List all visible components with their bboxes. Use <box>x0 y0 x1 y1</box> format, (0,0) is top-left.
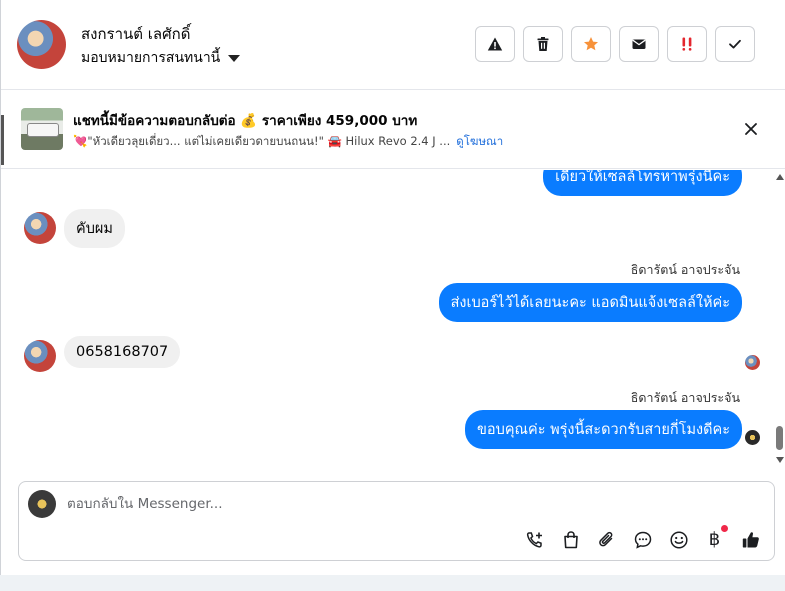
double-exclamation-icon <box>682 37 692 51</box>
scroll-up-arrow-icon[interactable] <box>776 174 784 180</box>
baht-icon: ฿ <box>708 529 721 550</box>
message-bubble-outgoing[interactable]: ขอบคุณค่ะ พรุ่งนี้สะดวกรับสายกี่โมงดีคะ <box>465 410 742 449</box>
ad-subtitle-text: 💘"หัวเดียวลุยเดี่ยว... แต่ไม่เคยเดียวดาย… <box>73 134 451 148</box>
contact-avatar[interactable] <box>17 20 66 69</box>
mark-unread-button[interactable] <box>619 26 659 62</box>
message-bubble-incoming[interactable]: 0658168707 <box>64 336 181 368</box>
contact-name[interactable]: สงกรานต์ เลศักดิ์ <box>81 22 190 46</box>
close-icon <box>745 123 757 135</box>
envelope-icon <box>632 39 646 49</box>
ad-context-banner: แชทนี้มีข้อความตอบกลับต่อ 💰 ราคาเพียง 45… <box>1 91 785 169</box>
paperclip-icon <box>598 531 612 546</box>
conversation-panel: สงกรานต์ เลศักดิ์ มอบหมายการสนทนานี้ แชท… <box>0 0 785 575</box>
close-banner-button[interactable] <box>741 119 761 139</box>
page-avatar <box>28 490 56 518</box>
contact-avatar-small[interactable] <box>24 340 56 372</box>
view-ad-link[interactable]: ดูโฆษณา <box>456 134 503 148</box>
warning-icon <box>487 37 503 51</box>
ad-subtitle: 💘"หัวเดียวลุยเดี่ยว... แต่ไม่เคยเดียวดาย… <box>73 133 503 151</box>
assign-label: มอบหมายการสนทนานี้ <box>81 50 221 66</box>
message-bubble-outgoing[interactable]: ส่งเบอร์ไว้ได้เลยนะคะ แอดมินแจ้งเซลล์ให้… <box>438 283 742 322</box>
message-bubble-incoming[interactable]: คับผม <box>64 209 125 248</box>
scroll-down-arrow-icon[interactable] <box>776 457 784 463</box>
caret-down-icon <box>228 55 241 62</box>
contact-avatar-small[interactable] <box>24 212 56 244</box>
message-sender-name: ธิดารัตน์ อาจประจัน <box>630 262 740 277</box>
star-icon <box>584 37 598 51</box>
message-list[interactable]: เดี๋ยวให้เซลล์โทรหาพรุ่งนี้คะ คับผม ธิดา… <box>1 170 785 468</box>
message-composer: ฿ <box>18 481 775 561</box>
emoji-icon <box>669 530 688 549</box>
message-scrollbar[interactable] <box>773 170 785 468</box>
ad-title: แชทนี้มีข้อความตอบกลับต่อ 💰 ราคาเพียง 45… <box>73 113 418 129</box>
ad-thumbnail[interactable] <box>21 108 63 150</box>
trash-icon <box>537 37 549 51</box>
add-call-button[interactable] <box>523 528 546 551</box>
follow-up-button[interactable] <box>667 26 707 62</box>
add-call-icon <box>526 531 542 548</box>
saved-replies-button[interactable] <box>631 528 654 551</box>
conversation-header: สงกรานต์ เลศักดิ์ มอบหมายการสนทนานี้ <box>1 0 785 90</box>
done-button[interactable] <box>715 26 755 62</box>
emoji-button[interactable] <box>667 528 690 551</box>
seen-receipt-avatar <box>745 355 760 370</box>
report-button[interactable] <box>475 26 515 62</box>
message-sender-name: ธิดารัตน์ อาจประจัน <box>630 390 740 405</box>
shop-button[interactable] <box>559 528 582 551</box>
check-icon <box>729 39 741 49</box>
scrollbar-thumb[interactable] <box>776 426 783 450</box>
composer-toolbar: ฿ <box>523 525 762 551</box>
shopping-bag-icon <box>563 530 578 548</box>
delete-button[interactable] <box>523 26 563 62</box>
reply-input[interactable] <box>67 496 717 512</box>
like-button[interactable] <box>739 528 762 551</box>
seen-receipt-avatar <box>745 430 760 445</box>
chat-bubble-icon <box>634 531 651 549</box>
thumbs-up-icon <box>742 531 759 547</box>
header-actions <box>475 26 755 62</box>
attach-button[interactable] <box>595 528 618 551</box>
message-bubble-outgoing[interactable]: เดี๋ยวให้เซลล์โทรหาพรุ่งนี้คะ <box>543 170 742 196</box>
notification-dot <box>721 525 728 532</box>
star-button[interactable] <box>571 26 611 62</box>
assign-conversation-dropdown[interactable]: มอบหมายการสนทนานี้ <box>81 47 241 69</box>
payment-button[interactable]: ฿ <box>703 525 728 551</box>
